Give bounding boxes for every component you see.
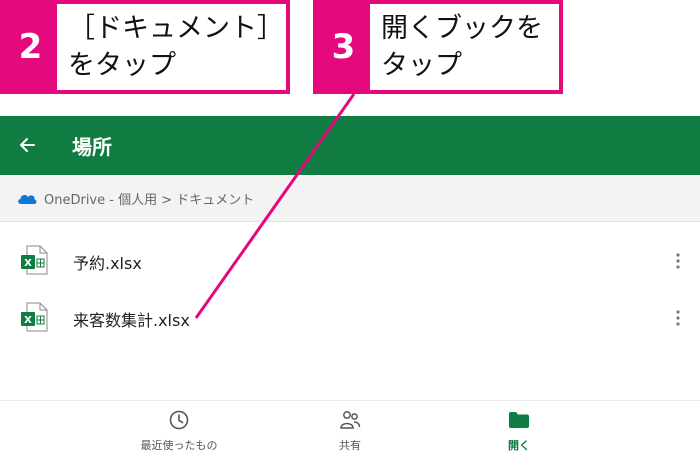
clock-icon <box>169 410 189 430</box>
callout-number: 2 <box>4 4 57 90</box>
callout-step-3: 3 開くブックを タップ <box>313 0 563 94</box>
file-name[interactable]: 来客数集計.xlsx <box>73 307 190 331</box>
app-bar: 場所 <box>0 116 700 175</box>
more-vertical-icon[interactable] <box>672 308 684 328</box>
nav-label: 最近使ったもの <box>140 439 218 452</box>
more-vertical-icon[interactable] <box>672 251 684 271</box>
nav-shared[interactable]: 共有 <box>290 409 410 453</box>
page-title: 場所 <box>72 135 112 159</box>
breadcrumb[interactable]: OneDrive - 個人用 > ドキュメント <box>0 175 700 222</box>
callout-step-2: 2 ［ドキュメント］ をタップ <box>0 0 290 94</box>
nav-recent[interactable]: 最近使ったもの <box>119 409 239 453</box>
callout-text: ［ドキュメント］ をタップ <box>68 13 284 81</box>
excel-file-icon: X <box>21 302 48 332</box>
file-row[interactable]: X 来客数集計.xlsx <box>0 288 700 346</box>
svg-text:X: X <box>24 258 32 269</box>
folder-icon <box>509 412 529 428</box>
svg-text:X: X <box>24 315 32 326</box>
people-icon <box>340 411 361 429</box>
nav-open[interactable]: 開く <box>459 409 579 453</box>
breadcrumb-path[interactable]: OneDrive - 個人用 > ドキュメント <box>44 189 254 208</box>
excel-file-icon: X <box>21 245 48 275</box>
nav-label: 開く <box>508 439 530 452</box>
callout-number: 3 <box>317 4 370 90</box>
file-name[interactable]: 予約.xlsx <box>73 250 142 274</box>
bottom-navigation: 最近使ったもの 共有 開く <box>0 400 700 459</box>
nav-label: 共有 <box>339 439 361 452</box>
onedrive-cloud-icon <box>18 195 37 204</box>
back-arrow-icon[interactable] <box>12 130 42 160</box>
callout-text: 開くブックを タップ <box>381 13 543 81</box>
file-row[interactable]: X 予約.xlsx <box>0 231 700 289</box>
